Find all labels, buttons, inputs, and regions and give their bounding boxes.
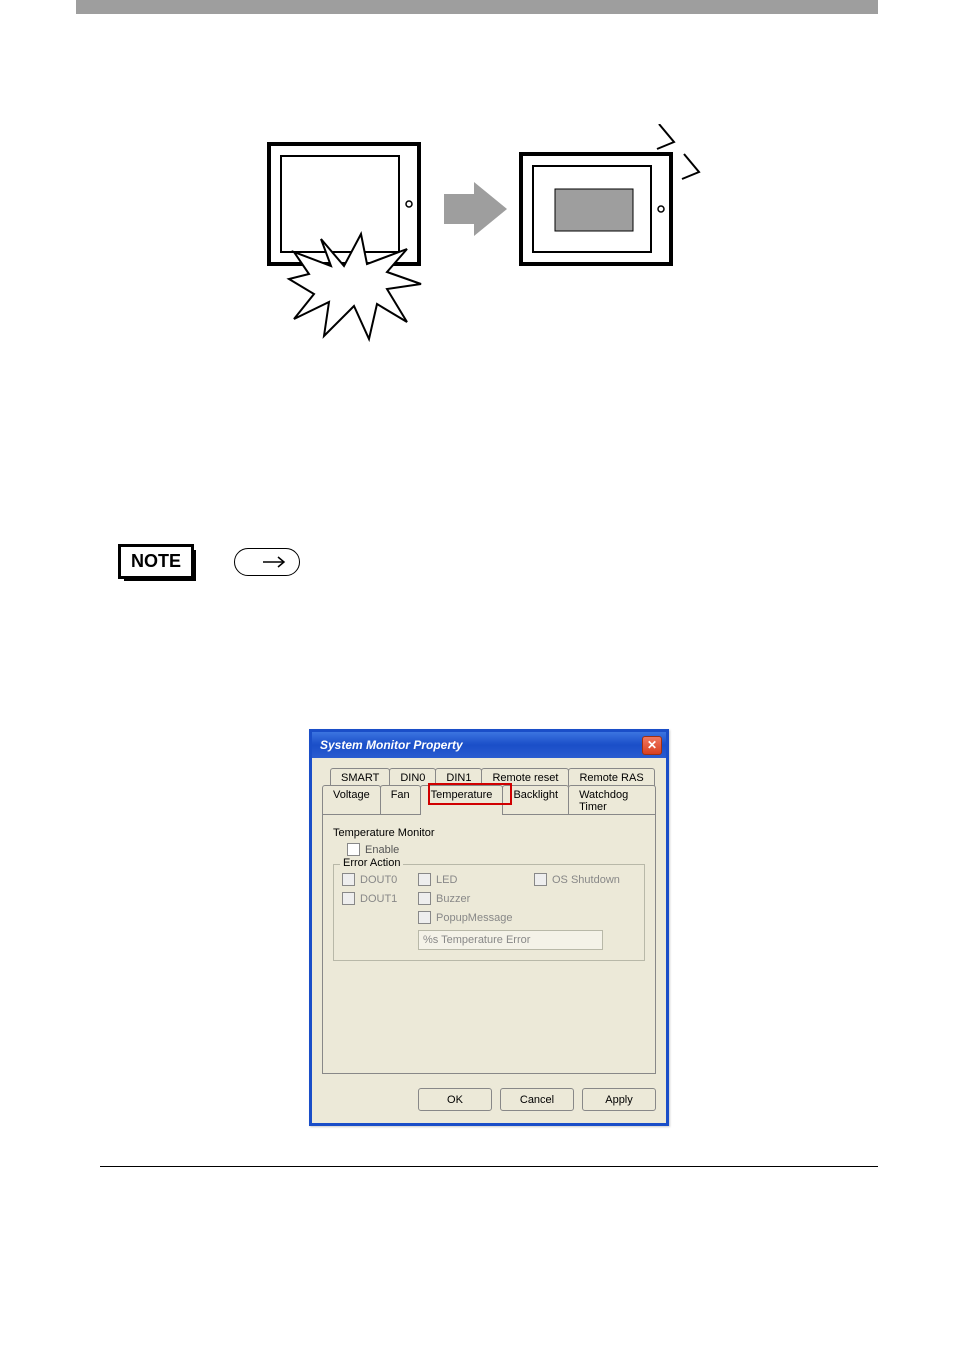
dout0-checkbox[interactable] — [342, 873, 355, 886]
enable-label: Enable — [365, 844, 399, 856]
tab-fan[interactable]: Fan — [380, 785, 421, 815]
tab-temperature[interactable]: Temperature — [420, 785, 504, 815]
reference-pill — [234, 548, 300, 576]
section-label: Temperature Monitor — [333, 827, 645, 839]
tab-din0[interactable]: DIN0 — [389, 768, 436, 786]
dialog-title: System Monitor Property — [320, 738, 463, 752]
shutdown-label: OS Shutdown — [552, 874, 620, 886]
tab-remote-ras[interactable]: Remote RAS — [568, 768, 654, 786]
tab-backlight[interactable]: Backlight — [502, 785, 569, 815]
note-badge: NOTE — [118, 544, 194, 579]
popup-message-input[interactable] — [418, 930, 603, 950]
buzzer-label: Buzzer — [436, 893, 470, 905]
footer-rule — [100, 1166, 878, 1167]
dout0-label: DOUT0 — [360, 874, 397, 886]
cancel-button[interactable]: Cancel — [500, 1088, 574, 1111]
dialog-titlebar: System Monitor Property ✕ — [312, 732, 666, 758]
header-bar — [76, 0, 878, 14]
led-checkbox[interactable] — [418, 873, 431, 886]
error-action-fieldset: Error Action DOUT0 LED — [333, 864, 645, 961]
tab-din1[interactable]: DIN1 — [435, 768, 482, 786]
apply-button[interactable]: Apply — [582, 1088, 656, 1111]
shutdown-checkbox[interactable] — [534, 873, 547, 886]
ok-button[interactable]: OK — [418, 1088, 492, 1111]
close-icon: ✕ — [647, 738, 657, 752]
tab-remote-reset[interactable]: Remote reset — [481, 768, 569, 786]
tab-voltage[interactable]: Voltage — [322, 785, 381, 815]
note-label: NOTE — [131, 551, 181, 571]
enable-checkbox[interactable] — [347, 843, 360, 856]
fieldset-legend: Error Action — [340, 857, 403, 869]
dout1-label: DOUT1 — [360, 893, 397, 905]
tab-panel: Temperature Monitor Enable Error Action … — [322, 814, 656, 1074]
illustration — [100, 124, 878, 364]
popup-label: PopupMessage — [436, 912, 512, 924]
close-button[interactable]: ✕ — [642, 736, 662, 755]
tab-watchdog-timer[interactable]: Watchdog Timer — [568, 785, 656, 815]
popup-checkbox[interactable] — [418, 911, 431, 924]
buzzer-checkbox[interactable] — [418, 892, 431, 905]
dout1-checkbox[interactable] — [342, 892, 355, 905]
led-label: LED — [436, 874, 457, 886]
system-monitor-dialog: System Monitor Property ✕ SMART DIN0 DIN… — [309, 729, 669, 1126]
tab-smart[interactable]: SMART — [330, 768, 390, 786]
